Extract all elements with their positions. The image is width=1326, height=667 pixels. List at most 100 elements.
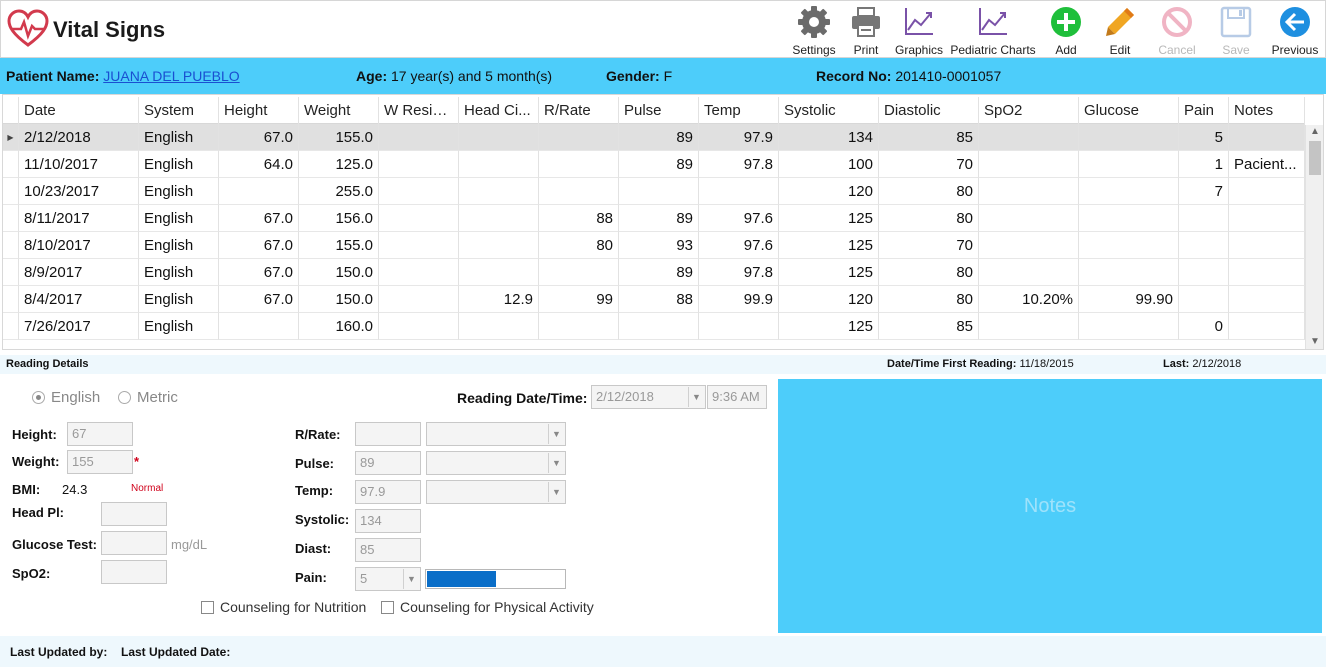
record-number-label: Record No: <box>816 68 892 84</box>
graphics-button[interactable]: Graphics <box>891 1 947 59</box>
table-row[interactable]: 8/11/2017 English 67.0 156.0 88 89 97.6 125 80 <box>3 205 1305 232</box>
edit-button[interactable]: Edit <box>1093 1 1147 59</box>
diast-label: Diast: <box>295 541 332 556</box>
temp-input[interactable]: 97.9 <box>355 480 421 504</box>
table-row[interactable]: ▶ 2/12/2018 English 67.0 155.0 89 97.9 134 85 5 <box>3 124 1305 151</box>
pediatric-charts-button[interactable]: Pediatric Charts <box>947 1 1039 59</box>
notes-area[interactable]: Notes <box>778 379 1322 633</box>
column-header[interactable]: Pulse <box>619 97 699 124</box>
table-row[interactable]: 8/10/2017 English 67.0 155.0 80 93 97.6 125 70 <box>3 232 1305 259</box>
column-header[interactable]: Pain <box>1179 97 1229 124</box>
grid-scrollbar[interactable]: ▲ ▼ <box>1305 125 1323 349</box>
add-label: Add <box>1055 43 1077 57</box>
table-cell: 80 <box>879 205 979 232</box>
height-label: Height: <box>12 427 57 442</box>
checkbox-box <box>381 600 394 614</box>
print-button[interactable]: Print <box>841 1 891 59</box>
table-cell: 67.0 <box>219 124 299 151</box>
column-header[interactable]: Diastolic <box>879 97 979 124</box>
column-header[interactable]: Glucose <box>1079 97 1179 124</box>
table-cell: 7/26/2017 <box>19 313 139 340</box>
table-cell <box>379 232 459 259</box>
counseling-nutrition-checkbox[interactable]: Counseling for Nutrition <box>201 599 366 615</box>
column-header[interactable]: Systolic <box>779 97 879 124</box>
column-header[interactable]: Notes <box>1229 97 1305 124</box>
table-cell: 125 <box>779 232 879 259</box>
english-radio[interactable]: English <box>32 389 100 406</box>
spo2-input[interactable] <box>101 560 167 584</box>
glucose-test-input[interactable] <box>101 531 167 555</box>
column-header[interactable]: R/Rate <box>539 97 619 124</box>
table-cell <box>379 286 459 313</box>
row-selector[interactable]: ▶ <box>3 124 19 151</box>
head-pl-input[interactable] <box>101 502 167 526</box>
column-header[interactable]: SpO2 <box>979 97 1079 124</box>
table-cell: 88 <box>539 205 619 232</box>
previous-button[interactable]: Previous <box>1265 1 1325 59</box>
settings-label: Settings <box>792 43 836 57</box>
cancel-button[interactable]: Cancel <box>1147 1 1207 59</box>
pain-select[interactable]: 5 ▼ <box>355 567 421 591</box>
metric-radio[interactable]: Metric <box>118 389 178 406</box>
table-row[interactable]: 8/4/2017 English 67.0 150.0 12.9 99 88 99.9 120 8… <box>3 286 1305 313</box>
reading-time-field[interactable]: 9:36 AM <box>707 385 767 409</box>
settings-button[interactable]: Settings <box>787 1 841 59</box>
pulse-unit-select[interactable]: ▼ <box>426 451 566 475</box>
table-row[interactable]: 8/9/2017 English 67.0 150.0 89 97.8 125 80 <box>3 259 1305 286</box>
row-selector[interactable] <box>3 286 19 313</box>
table-cell <box>979 232 1079 259</box>
table-cell: 8/10/2017 <box>19 232 139 259</box>
row-selector[interactable] <box>3 178 19 205</box>
table-cell <box>1079 205 1179 232</box>
diast-input[interactable]: 85 <box>355 538 421 562</box>
row-selector[interactable] <box>3 259 19 286</box>
table-cell <box>1229 286 1305 313</box>
column-header[interactable]: Date <box>19 97 139 124</box>
temp-unit-select[interactable]: ▼ <box>426 480 566 504</box>
table-cell <box>459 232 539 259</box>
table-cell <box>379 178 459 205</box>
add-button[interactable]: Add <box>1039 1 1093 59</box>
table-cell <box>459 259 539 286</box>
row-selector[interactable] <box>3 205 19 232</box>
grid-header: Date System Height Weight W Resid... Head Ci.… <box>3 97 1305 124</box>
last-updated-date-label: Last Updated Date: <box>121 645 231 659</box>
scrollbar-thumb[interactable] <box>1309 141 1321 175</box>
table-cell: 67.0 <box>219 232 299 259</box>
counseling-activity-checkbox[interactable]: Counseling for Physical Activity <box>381 599 594 615</box>
table-cell: 156.0 <box>299 205 379 232</box>
table-cell <box>1079 313 1179 340</box>
patient-name-link[interactable]: JUANA DEL PUEBLO <box>103 68 239 84</box>
height-input[interactable]: 67 <box>67 422 133 446</box>
rrate-input[interactable] <box>355 422 421 446</box>
table-cell: 67.0 <box>219 259 299 286</box>
table-cell: 80 <box>539 232 619 259</box>
column-header[interactable]: System <box>139 97 219 124</box>
table-row[interactable]: 11/10/2017 English 64.0 125.0 89 97.8 100 70 1 Pa… <box>3 151 1305 178</box>
row-selector[interactable] <box>3 313 19 340</box>
table-row[interactable]: 10/23/2017 English 255.0 120 80 7 <box>3 178 1305 205</box>
scroll-down-icon[interactable]: ▼ <box>1306 335 1323 349</box>
reading-date-picker[interactable]: 2/12/2018 ▼ <box>591 385 706 409</box>
row-selector[interactable] <box>3 151 19 178</box>
title-bar: Vital Signs Settings Print Graphics Pedi… <box>0 0 1326 58</box>
save-button[interactable]: Save <box>1207 1 1265 59</box>
column-header[interactable]: Weight <box>299 97 379 124</box>
rrate-unit-select[interactable]: ▼ <box>426 422 566 446</box>
table-cell: 70 <box>879 232 979 259</box>
chevron-down-icon: ▼ <box>548 424 564 444</box>
table-cell: 125 <box>779 259 879 286</box>
systolic-input[interactable]: 134 <box>355 509 421 533</box>
column-header[interactable]: Head Ci... <box>459 97 539 124</box>
pulse-input[interactable]: 89 <box>355 451 421 475</box>
column-header[interactable]: Temp <box>699 97 779 124</box>
column-header[interactable]: Height <box>219 97 299 124</box>
column-header[interactable]: W Resid... <box>379 97 459 124</box>
save-label: Save <box>1222 43 1250 57</box>
scroll-up-icon[interactable]: ▲ <box>1306 125 1323 139</box>
weight-input[interactable]: 155 <box>67 450 133 474</box>
table-row[interactable]: 7/26/2017 English 160.0 125 85 0 <box>3 313 1305 340</box>
row-selector[interactable] <box>3 232 19 259</box>
table-cell: 97.9 <box>699 124 779 151</box>
patient-age: Age: 17 year(s) and 5 month(s) <box>356 68 552 84</box>
